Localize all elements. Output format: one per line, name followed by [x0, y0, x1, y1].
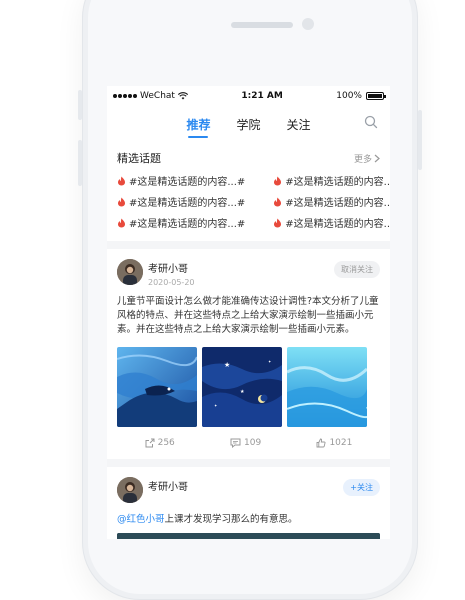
unfollow-button[interactable]: 取消关注	[334, 261, 380, 278]
tab-following[interactable]: 关注	[287, 110, 311, 139]
topic-text: #这是精选话题的内容...#	[129, 177, 246, 188]
fire-icon	[274, 197, 282, 206]
wifi-icon	[177, 92, 188, 100]
author-name[interactable]: 考研小哥	[148, 478, 188, 493]
fire-icon	[118, 218, 125, 227]
post-text: @红色小哥上课才发现学习那么的有意思。	[117, 513, 380, 527]
post-image[interactable]	[117, 347, 197, 427]
fire-icon	[118, 197, 125, 206]
app-screen: WeChat 1:21 AM 100% 推荐 学院 关注 精选话题 更多 #这是…	[107, 86, 390, 539]
post-card: 考研小哥 2020-05-20 取消关注 儿童节平面设计怎么做才能准确传达设计调…	[107, 249, 390, 459]
svg-text:★: ★	[224, 361, 230, 369]
post-date: 2020-05-20	[148, 278, 195, 287]
post-author-row: 考研小哥 +关注	[117, 477, 380, 509]
top-nav: 推荐 学院 关注	[107, 106, 390, 142]
topics-title: 精选话题	[117, 152, 161, 165]
author-name[interactable]: 考研小哥	[148, 260, 195, 275]
topic-text: #这是精选话题的内容...#	[285, 177, 390, 188]
avatar[interactable]	[117, 259, 143, 285]
topic-text: #这是精选话题的内容...#	[285, 219, 390, 230]
share-icon	[145, 438, 155, 448]
comment-count: 109	[244, 438, 262, 448]
search-icon[interactable]	[364, 115, 378, 129]
carrier-label: WeChat	[140, 91, 175, 101]
featured-topics: 精选话题 更多 #这是精选话题的内容...# #这是精选话题的内容...# #这…	[107, 142, 390, 241]
svg-text:★: ★	[240, 389, 245, 395]
topic-item[interactable]: #这是精选话题的内容...#	[117, 191, 245, 212]
tab-recommend[interactable]: 推荐	[186, 110, 210, 139]
volume-button	[78, 140, 82, 186]
status-time: 1:21 AM	[241, 91, 283, 101]
battery-icon	[365, 92, 386, 100]
topic-item[interactable]: #这是精选话题的内容...#	[273, 191, 390, 212]
author-info: 考研小哥 2020-05-20	[148, 259, 195, 287]
share-button[interactable]: 256	[145, 438, 175, 448]
post-images: ★ ★ ✦ ✦	[117, 347, 380, 427]
like-button[interactable]: 1021	[316, 438, 352, 448]
topic-text: #这是精选话题的内容...#	[285, 198, 390, 209]
follow-button[interactable]: +关注	[343, 479, 380, 496]
status-bar: WeChat 1:21 AM 100%	[107, 86, 390, 106]
post-image[interactable]	[287, 347, 367, 427]
thumbs-up-icon	[317, 438, 326, 448]
fire-icon	[118, 176, 125, 185]
signal-icon	[113, 94, 137, 98]
post-image[interactable]	[117, 533, 380, 539]
topic-item[interactable]: #这是精选话题的内容...#	[117, 212, 245, 233]
author-info: 考研小哥	[148, 477, 188, 493]
topic-item[interactable]: #这是精选话题的内容...#	[117, 170, 245, 191]
speaker-grille	[231, 22, 293, 28]
post-author-row: 考研小哥 2020-05-20 取消关注	[117, 259, 380, 291]
avatar[interactable]	[117, 477, 143, 503]
like-count: 1021	[329, 438, 353, 448]
post-text: 儿童节平面设计怎么做才能准确传达设计调性?本文分析了儿童风格的特点、并在这些特点…	[117, 296, 379, 335]
status-right: 100%	[336, 91, 386, 101]
chevron-right-icon	[374, 154, 380, 162]
status-left: WeChat	[113, 91, 188, 101]
topic-item[interactable]: #这是精选话题的内容...#	[273, 170, 390, 191]
share-count: 256	[157, 438, 175, 448]
topic-item[interactable]: #这是精选话题的内容...#	[273, 212, 390, 233]
comment-button[interactable]: 109	[230, 438, 261, 448]
battery-percent: 100%	[336, 91, 362, 101]
mention-link[interactable]: @红色小哥	[117, 514, 165, 525]
topics-header: 精选话题 更多	[117, 148, 380, 168]
post-card: 考研小哥 +关注 @红色小哥上课才发现学习那么的有意思。	[107, 467, 390, 539]
mute-switch	[78, 90, 82, 120]
power-button	[418, 110, 422, 170]
more-label: 更多	[353, 154, 372, 165]
more-link[interactable]: 更多	[354, 152, 380, 165]
post-actions: 256 109 1021	[117, 435, 380, 451]
front-camera	[302, 18, 314, 30]
topic-grid: #这是精选话题的内容...# #这是精选话题的内容...# #这是精选话题的内容…	[117, 170, 390, 233]
post-text-body: 上课才发现学习那么的有意思。	[164, 514, 298, 525]
fire-icon	[274, 218, 282, 227]
comment-icon	[230, 438, 241, 448]
tab-academy[interactable]: 学院	[236, 110, 260, 139]
fire-icon	[274, 176, 282, 185]
post-image[interactable]: ★ ★ ✦ ✦	[202, 347, 282, 427]
topic-text: #这是精选话题的内容...#	[129, 219, 246, 230]
topic-text: #这是精选话题的内容...#	[129, 198, 246, 209]
